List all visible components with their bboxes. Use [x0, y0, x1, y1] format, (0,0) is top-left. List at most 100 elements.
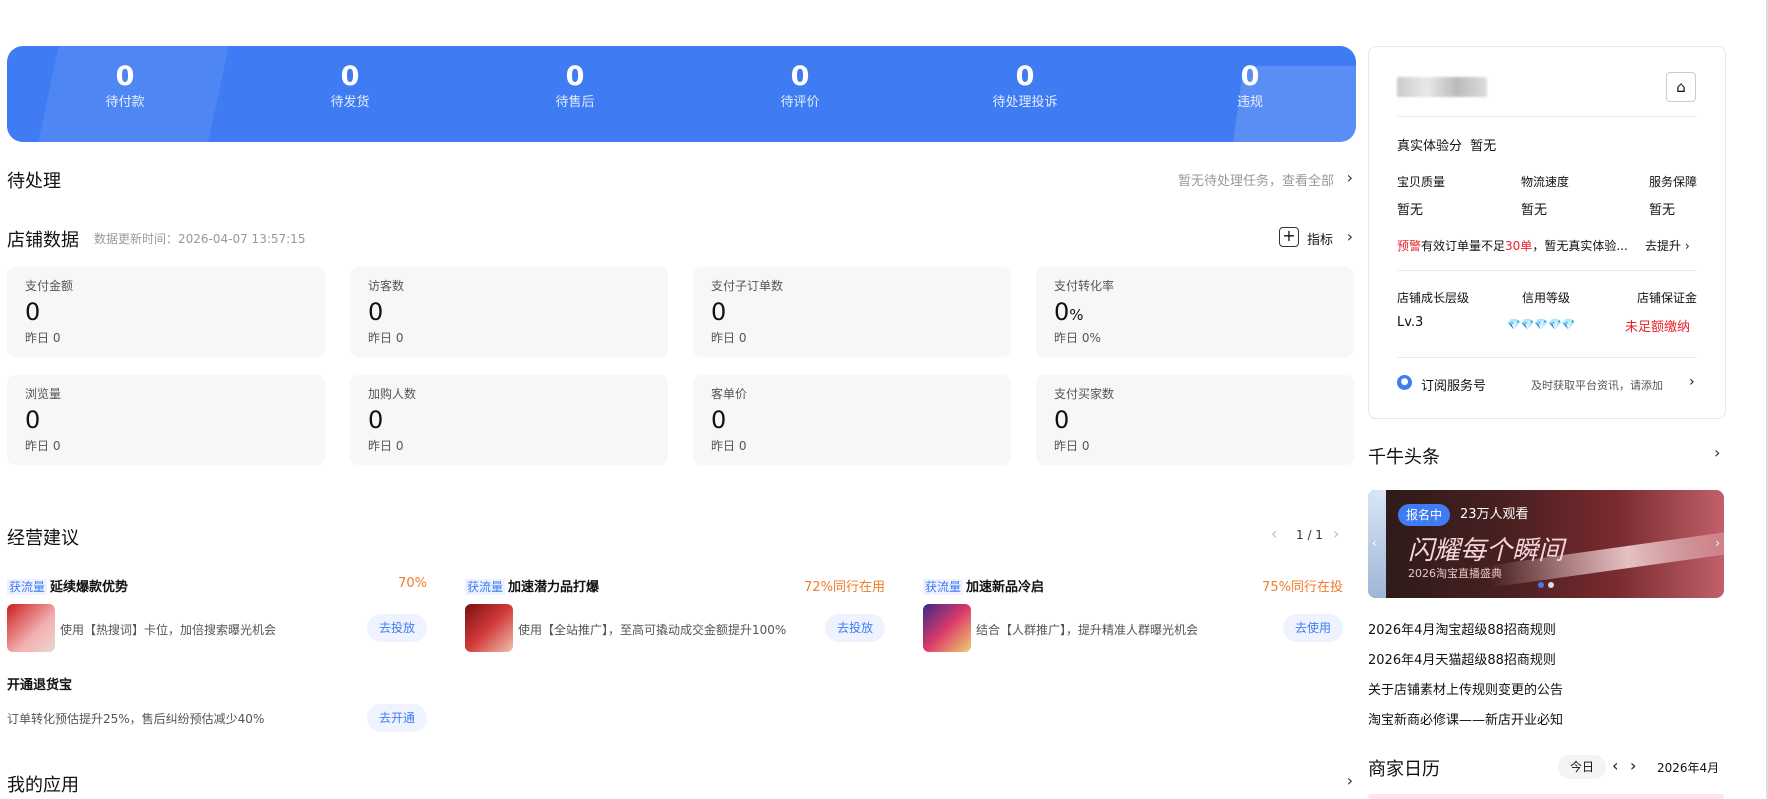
my-apps-title: 我的应用	[7, 775, 79, 796]
chevron-right-icon[interactable]: ›	[1347, 771, 1353, 790]
stat-pending-review[interactable]: 0 待评价	[710, 60, 890, 112]
pending-title: 待处理	[7, 171, 61, 192]
suggestion-percent: 72%同行在用	[804, 580, 885, 595]
metric-card-add-to-cart[interactable]: 加购人数 0 昨日 0	[350, 375, 668, 465]
headline-item[interactable]: 关于店铺素材上传规则变更的公告	[1368, 679, 1563, 698]
metric-card-buyers[interactable]: 支付买家数 0 昨日 0	[1036, 375, 1354, 465]
suggestions-title: 经营建议	[7, 528, 79, 549]
headline-item[interactable]: 2026年4月淘宝超级88招商规则	[1368, 619, 1556, 638]
suggestion-name: 加速新品冷启	[966, 580, 1045, 595]
calendar-body	[1368, 794, 1724, 799]
calendar-title: 商家日历	[1368, 759, 1440, 780]
home-icon[interactable]: ⌂	[1666, 72, 1696, 102]
banner-slogan: 闪耀每个瞬间	[1408, 536, 1565, 566]
stat-pending-payment[interactable]: 0 待付款	[35, 60, 215, 112]
chevron-right-icon[interactable]: ›	[1715, 536, 1720, 550]
stat-value: 0	[565, 61, 585, 92]
suggestion-name: 加速潜力品打爆	[508, 580, 600, 595]
credit-diamond-icon: 💎💎💎💎💎	[1507, 318, 1576, 331]
chevron-right-icon[interactable]: ›	[1714, 443, 1720, 462]
stat-value: 0	[1240, 61, 1260, 92]
activate-button[interactable]: 去开通	[366, 704, 427, 732]
stat-complaints[interactable]: 0 待处理投诉	[935, 60, 1115, 112]
stat-label: 待处理投诉	[992, 95, 1058, 110]
dim-value: 暂无	[1649, 203, 1676, 218]
metric-title: 支付买家数	[1054, 387, 1115, 401]
chevron-right-icon[interactable]: ›	[1347, 168, 1353, 187]
suggestion-percent: 75%同行在投	[1262, 580, 1343, 595]
suggestion-thumbnail	[465, 604, 513, 652]
suggestion-desc: 使用【全站推广】，至高可撬动成交金额提升100%	[518, 623, 787, 637]
experience-score: 真实体验分 暂无	[1397, 139, 1497, 154]
chevron-left-icon[interactable]: ‹	[1372, 536, 1377, 550]
metric-card-sub-orders[interactable]: 支付子订单数 0 昨日 0	[693, 267, 1011, 357]
metric-card-pay-amount[interactable]: 支付金额 0 昨日 0	[7, 267, 325, 357]
metric-title: 支付子订单数	[711, 279, 784, 293]
metric-card-visitors[interactable]: 访客数 0 昨日 0	[350, 267, 668, 357]
stat-label: 待评价	[780, 95, 820, 110]
suggestion-card[interactable]: 获流量 延续爆款优势 70% 使用【热搜词】卡位，加倍搜索曝光机会 去投放	[7, 576, 427, 666]
headline-item[interactable]: 2026年4月天猫超级88招商规则	[1368, 649, 1556, 668]
use-button[interactable]: 去使用	[1282, 614, 1343, 642]
main-content: 0 待付款 0 待发货 0 待售后 0 待评价 0 待处理投诉 0 违规 待处理…	[7, 0, 1356, 799]
level-label: 店铺保证金	[1637, 291, 1698, 305]
stat-label: 待售后	[555, 95, 595, 110]
metric-title: 加购人数	[368, 387, 417, 401]
suggestion-card[interactable]: 获流量 加速新品冷启 75%同行在投 结合【人群推广】，提升精准人群曝光机会 去使…	[923, 576, 1343, 666]
subscribe-hint: 及时获取平台资讯，请添加	[1531, 379, 1663, 392]
suggestion-thumbnail	[7, 604, 55, 652]
add-metric-icon[interactable]: +	[1279, 227, 1299, 247]
invest-button[interactable]: 去投放	[366, 614, 427, 642]
stat-after-sales[interactable]: 0 待售后	[485, 60, 665, 112]
chevron-right-icon[interactable]: ›	[1630, 756, 1636, 775]
carousel-dot[interactable]	[1548, 582, 1554, 588]
metric-card-conversion[interactable]: 支付转化率 0% 昨日 0%	[1036, 267, 1354, 357]
suggestion-card[interactable]: 获流量 加速潜力品打爆 72%同行在用 使用【全站推广】，至高可撬动成交金额提升1…	[465, 576, 885, 666]
registering-badge: 报名中	[1398, 504, 1451, 526]
carousel-dot[interactable]	[1538, 582, 1544, 588]
viewers-count: 23万人观看	[1460, 507, 1529, 522]
chevron-left-icon[interactable]: ‹	[1271, 524, 1277, 543]
today-button[interactable]: 今日	[1558, 755, 1607, 779]
invest-button[interactable]: 去投放	[824, 614, 885, 642]
dim-label: 物流速度	[1521, 175, 1570, 189]
update-time: 数据更新时间：2026-04-07 13:57:15	[94, 232, 306, 246]
stat-label: 待付款	[105, 95, 145, 110]
headline-banner-image[interactable]: 报名中 23万人观看 闪耀每个瞬间 2026淘宝直播盛典 ‹ ›	[1368, 490, 1724, 598]
chevron-left-icon[interactable]: ‹	[1612, 756, 1618, 775]
shop-data-title: 店铺数据	[7, 230, 79, 251]
metric-value: 0	[25, 406, 41, 434]
chevron-right-icon[interactable]: ›	[1689, 374, 1695, 390]
improve-link[interactable]: 去提升 ›	[1645, 237, 1690, 254]
stat-label: 违规	[1236, 95, 1263, 110]
chevron-right-icon[interactable]: ›	[1347, 227, 1353, 246]
headline-item[interactable]: 淘宝新商必修课——新店开业必知	[1368, 709, 1563, 728]
metric-yesterday: 昨日 0	[25, 331, 61, 345]
shop-name-blurred	[1397, 77, 1487, 97]
chevron-right-icon[interactable]: ›	[1333, 524, 1339, 543]
deposit-status[interactable]: 未足额缴纳	[1625, 316, 1690, 335]
metric-value: 0%	[1054, 298, 1084, 326]
refund-insurance-card[interactable]: 开通退货宝 订单转化预估提升25%，售后纠纷预估减少40% 去开通	[7, 674, 427, 764]
metric-value: 0	[711, 298, 727, 326]
right-panel: ⌂ 真实体验分 暂无 宝贝质量 暂无 物流速度 暂无 服务保障 暂无 预警有效订…	[1368, 0, 1726, 799]
metric-title: 访客数	[368, 279, 405, 293]
suggestion-tag: 获流量	[923, 579, 964, 595]
metric-card-avg-price[interactable]: 客单价 0 昨日 0	[693, 375, 1011, 465]
stat-violations[interactable]: 0 违规	[1160, 60, 1340, 112]
suggestion-tag: 获流量	[7, 579, 48, 595]
metric-yesterday: 昨日 0	[25, 439, 61, 453]
shop-info-card: ⌂ 真实体验分 暂无 宝贝质量 暂无 物流速度 暂无 服务保障 暂无 预警有效订…	[1368, 46, 1726, 419]
metric-card-pageviews[interactable]: 浏览量 0 昨日 0	[7, 375, 325, 465]
suggestion-desc: 使用【热搜词】卡位，加倍搜索曝光机会	[60, 623, 277, 637]
suggestion-desc: 结合【人群推广】，提升精准人群曝光机会	[976, 623, 1199, 637]
metric-button[interactable]: 指标	[1307, 229, 1333, 248]
divider	[1397, 116, 1697, 117]
dim-label: 服务保障	[1649, 175, 1698, 189]
pending-view-all-link[interactable]: 暂无待处理任务，查看全部	[1178, 170, 1334, 189]
calendar-month: 2026年4月	[1657, 761, 1720, 775]
subscribe-label[interactable]: 订阅服务号	[1421, 375, 1486, 394]
stat-pending-shipment[interactable]: 0 待发货	[260, 60, 440, 112]
metric-value: 0	[711, 406, 727, 434]
experience-warning: 预警有效订单量不足30单，暂无真实体验...	[1397, 239, 1628, 253]
